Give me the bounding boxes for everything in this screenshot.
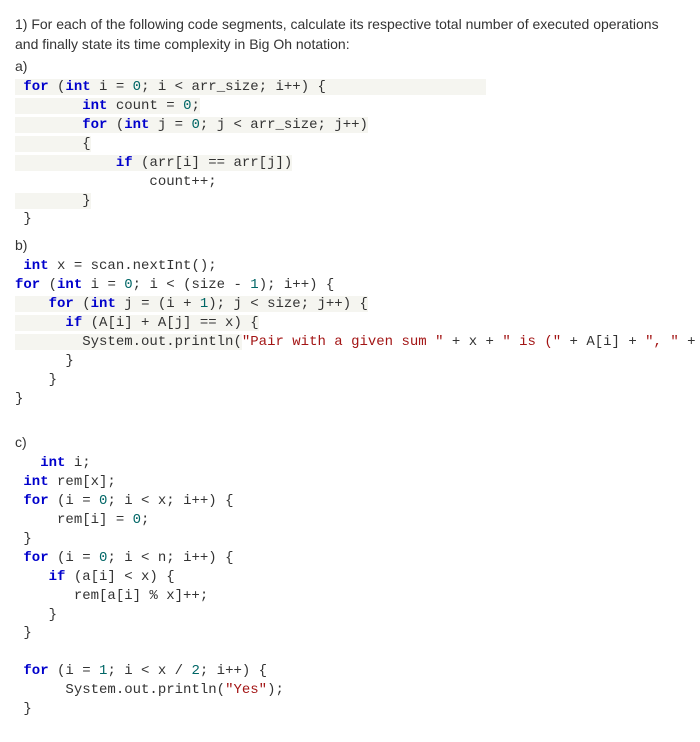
code-block-a: for (int i = 0; i < arr_size; i++) { int… [15, 78, 685, 229]
part-a-label: a) [15, 58, 685, 74]
code-block-c: int i; int rem[x]; for (i = 0; i < x; i+… [15, 454, 685, 718]
part-b-label: b) [15, 237, 685, 253]
code-block-b: int x = scan.nextInt(); for (int i = 0; … [15, 257, 685, 408]
question-text: 1) For each of the following code segmen… [15, 15, 685, 54]
part-c-label: c) [15, 434, 685, 450]
